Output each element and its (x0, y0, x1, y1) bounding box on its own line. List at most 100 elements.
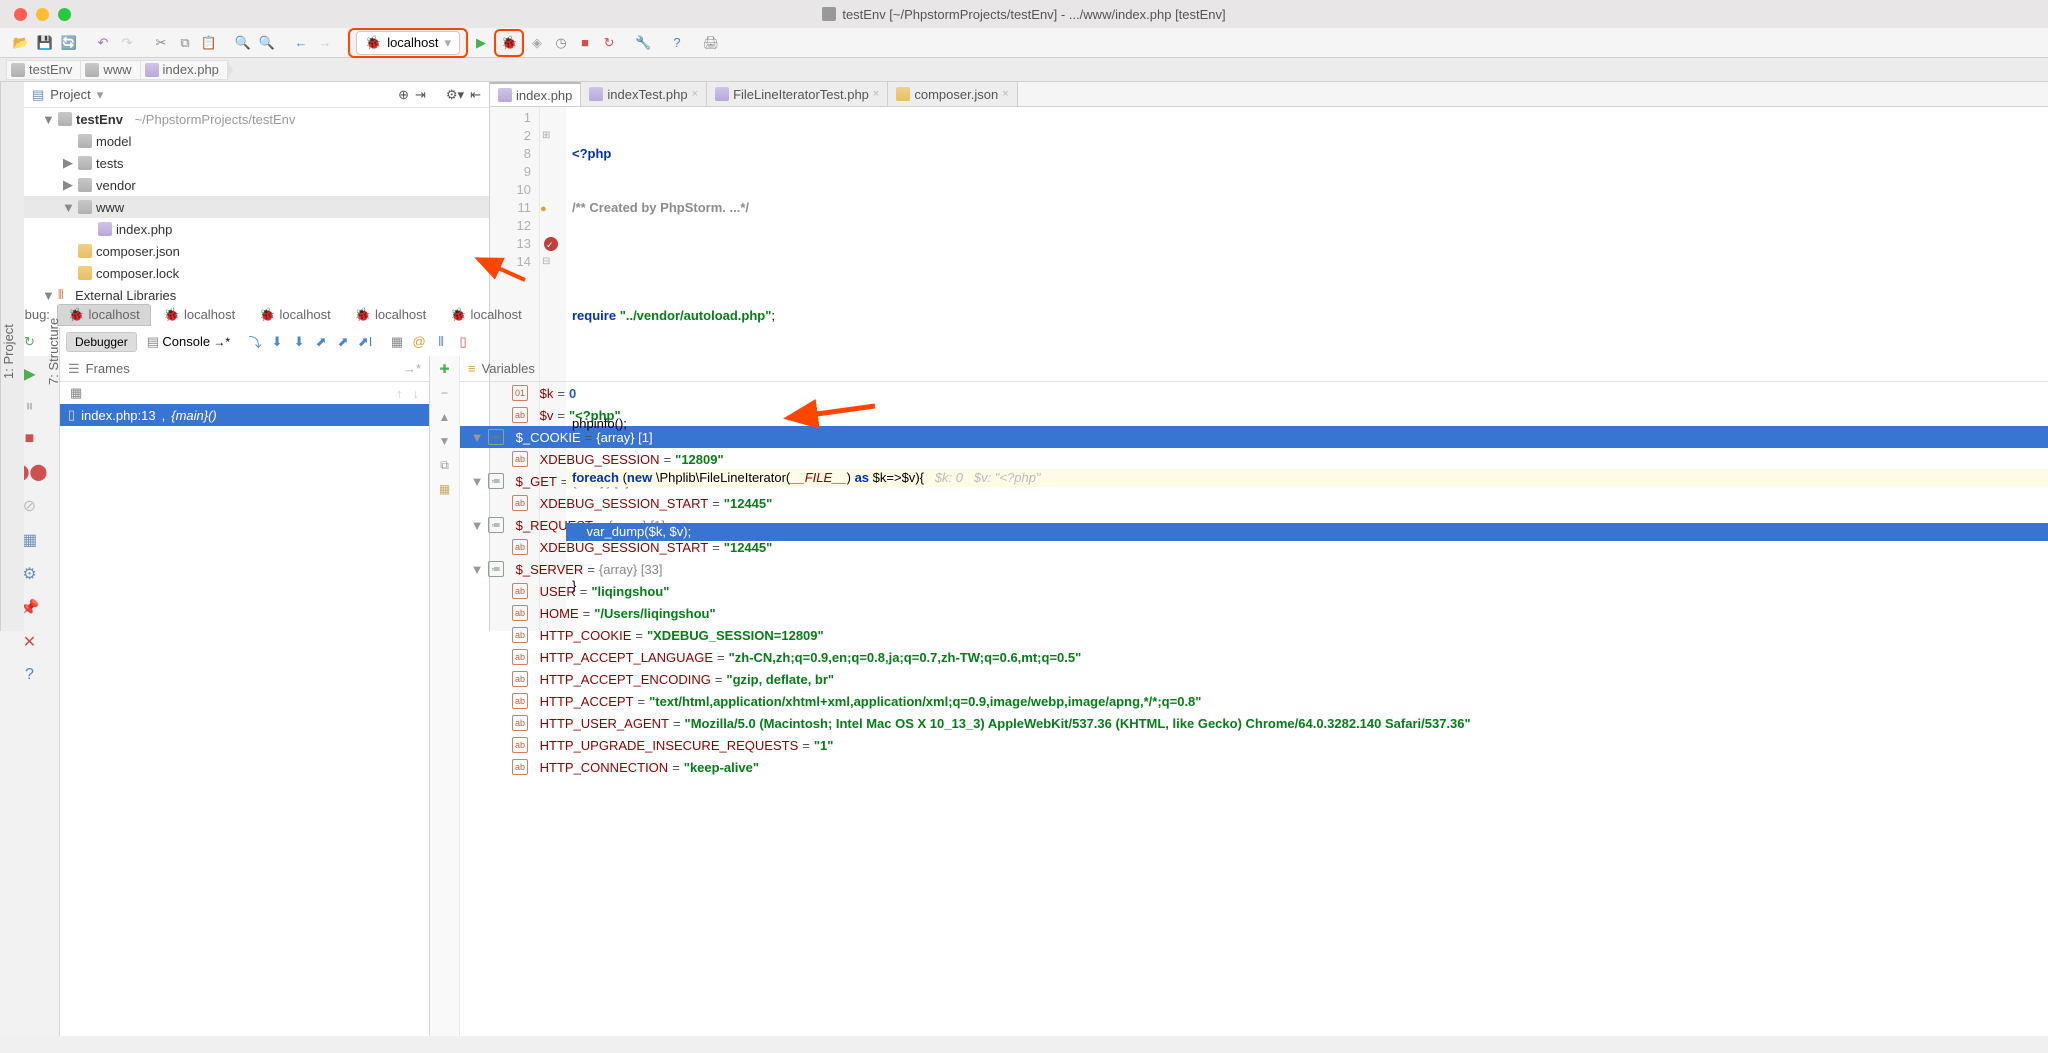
help-icon[interactable]: ? (666, 32, 688, 54)
breakpoint-icon[interactable] (544, 237, 558, 251)
undo-icon[interactable]: ↶ (92, 32, 114, 54)
editor-body[interactable]: 1 2 8 9 10 11 12 13 14 ⊞ ● ⊟ <?php (490, 107, 2048, 631)
variable-row[interactable]: ab HTTP_ACCEPT = "text/html,application/… (460, 690, 2048, 712)
run-config-dropdown[interactable]: 🐞 localhost ▾ (356, 31, 460, 55)
help-icon[interactable]: ? (25, 666, 34, 684)
layout-icon[interactable]: ▦ (22, 530, 37, 550)
close-window-icon[interactable] (14, 8, 27, 21)
variable-row[interactable]: ab HTTP_UPGRADE_INSECURE_REQUESTS = "1" (460, 734, 2048, 756)
redo-icon[interactable]: ↷ (116, 32, 138, 54)
print-icon[interactable]: 🖨 (700, 32, 722, 54)
variable-row[interactable]: ab HTTP_ACCEPT_ENCODING = "gzip, deflate… (460, 668, 2048, 690)
editor-tab[interactable]: index.php (490, 82, 581, 106)
evaluate-icon[interactable]: ▦ (386, 331, 408, 353)
settings-gear-icon[interactable]: ⚙ (22, 564, 36, 584)
tree-folder[interactable]: ▶vendor (24, 174, 489, 196)
stop-icon[interactable]: ■ (25, 430, 35, 448)
step-into-icon[interactable]: ⬇ (266, 331, 288, 353)
settings-icon[interactable]: ⫴ (430, 331, 452, 353)
add-watch-icon[interactable]: ✚ (436, 360, 454, 378)
debug-session-tab[interactable]: 🐞localhost (344, 304, 438, 326)
project-header-label[interactable]: Project (50, 87, 90, 102)
editor-tab[interactable]: composer.json× (888, 82, 1017, 106)
tree-file[interactable]: composer.lock (24, 262, 489, 284)
editor-tab[interactable]: indexTest.php× (581, 82, 707, 106)
collapse-all-icon[interactable]: ⇥ (415, 87, 426, 103)
variable-row[interactable]: ab HTTP_CONNECTION = "keep-alive" (460, 756, 2048, 778)
variable-row[interactable]: ab HTTP_USER_AGENT = "Mozilla/5.0 (Macin… (460, 712, 2048, 734)
debug-session-tab[interactable]: 🐞localhost (248, 304, 342, 326)
zoom-window-icon[interactable] (58, 8, 71, 21)
variable-row[interactable]: ab HTTP_ACCEPT_LANGUAGE = "zh-CN,zh;q=0.… (460, 646, 2048, 668)
profile-icon[interactable]: ◷ (550, 32, 572, 54)
close-icon[interactable]: ✕ (23, 632, 36, 652)
replace-icon[interactable]: 🔍 (256, 32, 278, 54)
breadcrumb-item[interactable]: www (80, 60, 140, 80)
debugger-tab[interactable]: Debugger (66, 332, 137, 352)
resume-icon[interactable]: ▶ (23, 364, 35, 384)
console-tab[interactable]: ▤ Console →* (139, 332, 238, 352)
rerun-icon[interactable]: ↻ (598, 32, 620, 54)
debug-icon[interactable]: 🐞 (498, 32, 520, 54)
sync-icon[interactable]: 🔄 (58, 32, 80, 54)
coverage-icon[interactable]: ◈ (526, 32, 548, 54)
debug-session-tab[interactable]: 🐞localhost (439, 304, 533, 326)
stop-icon[interactable]: ■ (574, 32, 596, 54)
close-tab-icon[interactable]: × (692, 88, 698, 100)
gear-icon[interactable]: ⚙▾ (446, 87, 464, 103)
remove-icon[interactable]: − (436, 384, 454, 402)
external-libraries[interactable]: ▼⫴ External Libraries (24, 284, 489, 306)
paste-icon[interactable]: ▦ (436, 480, 454, 498)
fold-icon[interactable]: ⊞ (540, 127, 566, 145)
forward-icon[interactable]: → (314, 32, 336, 54)
cut-icon[interactable]: ✂ (150, 32, 172, 54)
breadcrumb-item[interactable]: index.php (140, 60, 228, 80)
find-icon[interactable]: 🔍 (232, 32, 254, 54)
copy-icon[interactable]: ⧉ (436, 456, 454, 474)
window-traffic-lights[interactable] (14, 8, 71, 21)
up-icon[interactable]: ▲ (436, 408, 454, 426)
down-icon[interactable]: ▼ (436, 432, 454, 450)
prev-frame-icon[interactable]: ↑ (396, 386, 403, 401)
paste-icon[interactable]: 📋 (198, 32, 220, 54)
code-area[interactable]: <?php /** Created by PhpStorm. ...*/ req… (566, 107, 2048, 631)
pause-icon[interactable]: ⏸ (25, 398, 33, 416)
debug-session-tab[interactable]: 🐞localhost (57, 304, 151, 326)
tree-root[interactable]: ▼testEnv ~/PhpstormProjects/testEnv (24, 108, 489, 130)
pin-icon[interactable]: ▯ (452, 331, 474, 353)
minimize-window-icon[interactable] (36, 8, 49, 21)
force-step-into-icon[interactable]: ⬇ (288, 331, 310, 353)
structure-tool-tab[interactable]: 7: Structure (46, 318, 61, 385)
tree-file[interactable]: composer.json (24, 240, 489, 262)
rerun-debug-icon[interactable]: ↻ (24, 334, 35, 350)
debug-session-tab[interactable]: 🐞localhost (153, 304, 247, 326)
step-over-icon[interactable]: ⤵ (244, 331, 266, 353)
save-all-icon[interactable]: 💾 (34, 32, 56, 54)
next-frame-icon[interactable]: ↓ (413, 386, 420, 401)
breadcrumb-item[interactable]: testEnv (6, 60, 81, 80)
drop-frame-icon[interactable]: ⬈I (354, 331, 376, 353)
project-view-icon[interactable]: ▤ (32, 87, 44, 103)
step-out-icon[interactable]: ⬈ (310, 331, 332, 353)
tree-file[interactable]: index.php (24, 218, 489, 240)
editor-tab[interactable]: FileLineIteratorTest.php× (707, 82, 888, 106)
thread-dropdown-icon[interactable]: →* (403, 361, 421, 376)
dropdown-icon[interactable]: ▾ (97, 87, 104, 103)
close-tab-icon[interactable]: × (1002, 88, 1008, 100)
left-tool-tabs[interactable]: 1: Project 7: Structure (0, 82, 24, 631)
copy-icon[interactable]: ⧉ (174, 32, 196, 54)
project-tool-tab[interactable]: 1: Project (1, 324, 16, 379)
settings-icon[interactable]: 🔧 (632, 32, 654, 54)
hide-icon[interactable]: ⇤ (470, 87, 481, 103)
tree-folder[interactable]: model (24, 130, 489, 152)
close-tab-icon[interactable]: × (873, 88, 879, 100)
watch-icon[interactable]: @ (408, 331, 430, 353)
tree-folder[interactable]: ▼www (24, 196, 489, 218)
fold-icon[interactable]: ⊟ (540, 253, 566, 271)
back-icon[interactable]: ← (290, 32, 312, 54)
open-icon[interactable]: 📂 (10, 32, 32, 54)
scroll-to-icon[interactable]: ⊕ (398, 87, 409, 103)
run-icon[interactable]: ▶ (470, 32, 492, 54)
mute-breakpoints-icon[interactable]: ⊘ (23, 496, 36, 516)
stack-frame[interactable]: ▯ index.php:13, {main}() (60, 404, 429, 426)
